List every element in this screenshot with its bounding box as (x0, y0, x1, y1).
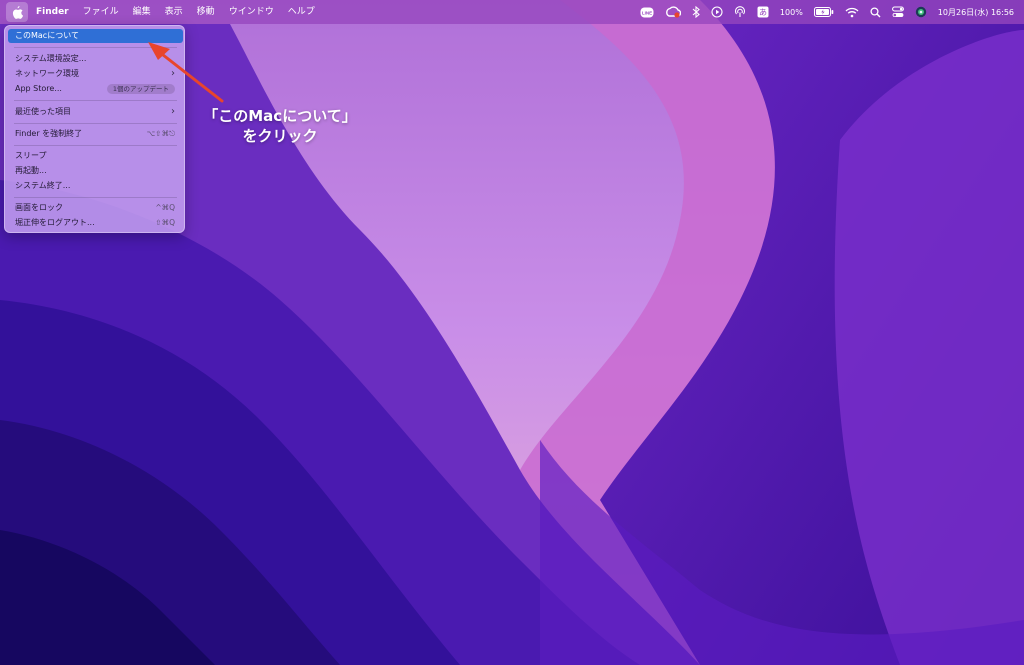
annotation-line-1: 「このMacについて」 (203, 107, 357, 125)
annotation-arrow (148, 42, 224, 103)
annotation-line-2: をクリック (242, 127, 318, 145)
annotation-callout: 「このMacについて」 をクリック (190, 106, 370, 146)
